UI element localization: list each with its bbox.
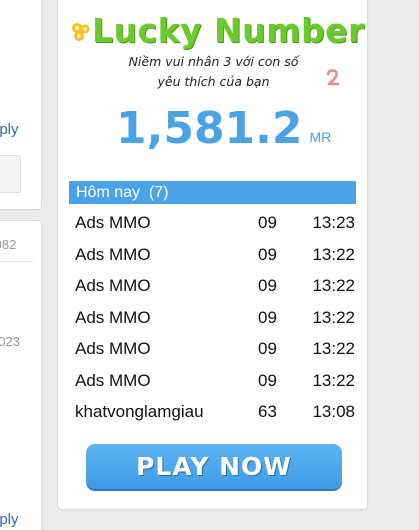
list-item: khatvonglamgiau 63 13:08 (75, 396, 355, 428)
play-time: 13:08 (312, 402, 355, 421)
lucky-number: 63 (258, 402, 277, 421)
reply-input-box[interactable] (0, 155, 21, 193)
list-header-today: Hôm nay (7) (69, 181, 356, 204)
play-time: 13:22 (312, 370, 355, 390)
list-item: Ads MMO 09 13:23 (75, 207, 355, 239)
balance-unit: MR (309, 129, 332, 145)
divider (0, 261, 33, 262)
list-item: Ads MMO 09 13:22 (75, 302, 355, 334)
list-item: Ads MMO 09 13:22 (75, 239, 355, 271)
balance-value: 1,581.2 (116, 103, 303, 154)
list-item: Ads MMO 09 13:22 (75, 333, 355, 365)
lucky-number: 09 (258, 370, 277, 390)
play-time: 13:23 (312, 213, 355, 232)
player-name: Ads MMO (75, 339, 151, 358)
play-now-button[interactable]: PLAY NOW (86, 444, 342, 491)
player-name: Ads MMO (75, 370, 151, 390)
lucky-number-logo: Lucky Number (58, 1, 369, 50)
lucky-number: 09 (258, 244, 277, 264)
lucky-number: 09 (258, 307, 277, 327)
play-time: 13:22 (312, 307, 355, 327)
flower-icon (72, 23, 90, 41)
player-name: Ads MMO (75, 307, 151, 327)
subtitle-line-1: Niềm vui nhân 3 với con số (128, 54, 299, 69)
reply-link-bottom[interactable]: eply (0, 511, 19, 528)
lucky-number: 09 (258, 339, 277, 358)
post-year: 2023 (0, 334, 20, 349)
player-name: khatvonglamgiau (75, 402, 204, 421)
lucky-number: 09 (258, 276, 277, 295)
player-name: Ads MMO (75, 276, 151, 295)
play-time: 13:22 (312, 244, 355, 264)
left-post-card-bottom: ,082 2023 eply (0, 220, 42, 530)
play-time: 13:22 (312, 339, 355, 358)
lucky-number-widget: Lucky Number Niềm vui nhân 3 với con số … (57, 0, 368, 510)
reply-link[interactable]: eply (0, 121, 19, 138)
lucky-number: 09 (258, 213, 277, 232)
left-post-card-top: eply (0, 0, 42, 210)
list-item: Ads MMO 09 13:22 (75, 365, 355, 397)
play-time: 13:22 (312, 276, 355, 295)
list-item: Ads MMO 09 13:22 (75, 270, 355, 302)
logo-title: Lucky Number (92, 11, 365, 50)
winners-list: Ads MMO 09 13:23 Ads MMO 09 13:22 Ads MM… (75, 207, 355, 428)
view-count: ,082 (0, 237, 17, 252)
player-name: Ads MMO (75, 213, 151, 232)
player-name: Ads MMO (75, 244, 151, 264)
balance: 1,581.2 MR (116, 107, 331, 151)
subtitle-line-2: yêu thích của bạn (157, 74, 270, 89)
